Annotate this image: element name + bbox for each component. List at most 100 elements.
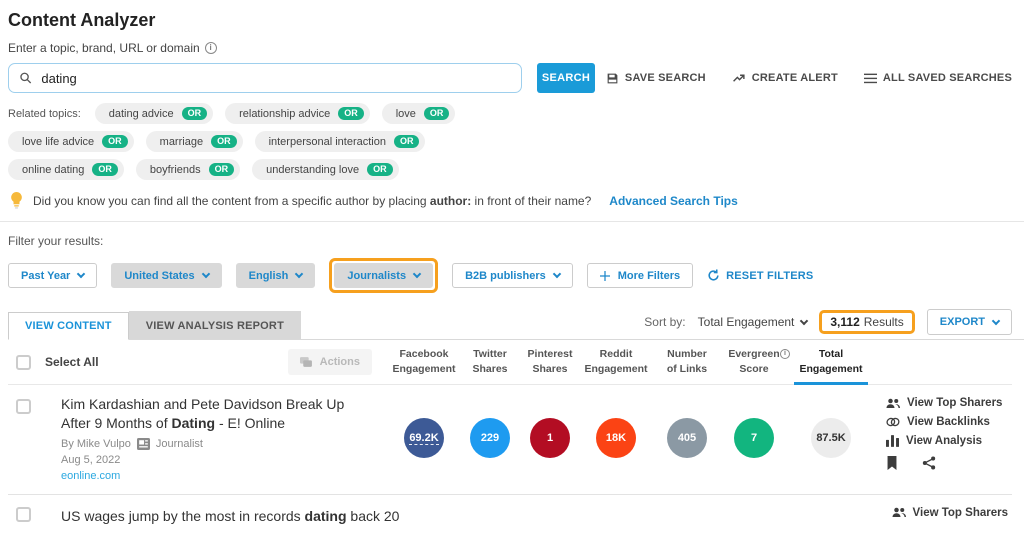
save-icon (606, 72, 619, 85)
view-top-sharers-link[interactable]: View Top Sharers (892, 507, 1008, 519)
column-line1: Twitter (473, 348, 507, 360)
actions-button[interactable]: Actions (288, 349, 372, 375)
sort-by-label: Sort by: (644, 315, 685, 329)
topic-chip[interactable]: relationship adviceOR (225, 103, 370, 124)
results-count: 3,112 (830, 315, 859, 329)
search-icon (19, 71, 32, 85)
metric-value: 229 (481, 432, 499, 444)
search-box[interactable] (8, 63, 522, 93)
search-hint-row: Enter a topic, brand, URL or domain (8, 41, 1012, 55)
or-badge: OR (338, 107, 364, 120)
tip-row: Did you know you can find all the conten… (10, 192, 1012, 209)
topic-chip-label: boyfriends (150, 164, 201, 176)
metric-number-of-links[interactable]: 405 (667, 418, 707, 458)
reset-filters-button[interactable]: RESET FILTERS (707, 269, 813, 282)
metric-total-engagement[interactable]: 87.5K (811, 418, 851, 458)
row-title-link[interactable]: US wages jump by the most in records dat… (61, 507, 399, 526)
column-twitter-shares[interactable]: Twitter Shares (458, 347, 522, 377)
chevron-down-icon (413, 270, 421, 278)
search-input[interactable] (41, 71, 511, 86)
tabs-row: VIEW CONTENT VIEW ANALYSIS REPORT Sort b… (8, 309, 1024, 340)
row-byline: By Mike Vulpo Journalist (61, 438, 361, 450)
metric-facebook-engagement[interactable]: 69.2K (404, 418, 444, 458)
topic-chip[interactable]: marriageOR (146, 131, 243, 152)
metric-twitter-shares[interactable]: 229 (470, 418, 510, 458)
or-badge: OR (209, 163, 235, 176)
metric-value: 405 (678, 432, 696, 444)
bookmark-icon[interactable] (886, 456, 898, 470)
row-actions-cell: View Top Sharers View Backlinks View Ana… (874, 395, 1012, 482)
view-analysis-link[interactable]: View Analysis (886, 435, 1012, 447)
save-search-button[interactable]: SAVE SEARCH (606, 72, 706, 85)
column-reddit-engagement[interactable]: RedditEngagement (578, 347, 654, 377)
create-alert-button[interactable]: CREATE ALERT (732, 72, 838, 85)
view-backlinks-link[interactable]: View Backlinks (886, 416, 1012, 428)
link-icon (886, 416, 900, 428)
select-all-checkbox[interactable] (16, 355, 31, 370)
or-badge: OR (182, 107, 208, 120)
topic-chip-label: online dating (22, 164, 84, 176)
column-pinterest-shares[interactable]: Pinterest Shares (522, 347, 578, 377)
metric-links-cell: 405 (654, 395, 720, 482)
metric-value: 1 (547, 432, 553, 444)
filter-results-label: Filter your results: (8, 234, 1012, 248)
topic-chip[interactable]: interpersonal interactionOR (255, 131, 426, 152)
filter-journalists[interactable]: Journalists (334, 263, 433, 288)
topic-chip[interactable]: loveOR (382, 103, 456, 124)
topic-chip[interactable]: boyfriends OR (136, 159, 240, 180)
lightbulb-icon (10, 192, 23, 209)
column-line2: Score (720, 362, 788, 377)
topic-chip[interactable]: understanding loveOR (252, 159, 398, 180)
column-evergreen-score[interactable]: EvergreenScore (720, 347, 788, 377)
filter-label: English (249, 270, 289, 282)
table-header-left: Select All Actions (8, 349, 390, 375)
refresh-icon (707, 269, 720, 282)
topic-chip-label: love life advice (22, 136, 94, 148)
filter-past-year[interactable]: Past Year (8, 263, 97, 288)
row-checkbox[interactable] (16, 507, 31, 522)
tip-bold: author: (430, 194, 471, 208)
topic-chip[interactable]: love life advice OR (8, 131, 134, 152)
row-link-label: View Backlinks (907, 416, 990, 428)
info-icon[interactable] (205, 42, 217, 54)
column-total-engagement[interactable]: TotalEngagement (788, 340, 874, 384)
metric-evergreen-score[interactable]: 7 (734, 418, 774, 458)
all-saved-searches-button[interactable]: ALL SAVED SEARCHES (864, 72, 1012, 84)
column-line2: Shares (522, 362, 578, 377)
or-badge: OR (102, 135, 128, 148)
row-checkbox[interactable] (16, 399, 31, 414)
filter-b2b-publishers[interactable]: B2B publishers (452, 263, 573, 288)
tab-view-content[interactable]: VIEW CONTENT (8, 312, 129, 340)
more-filters-button[interactable]: More Filters (587, 263, 693, 288)
column-number-of-links[interactable]: Numberof Links (654, 347, 720, 377)
view-top-sharers-link[interactable]: View Top Sharers (886, 397, 1012, 409)
row-author: By Mike Vulpo (61, 438, 131, 450)
or-badge: OR (394, 135, 420, 148)
topic-chip[interactable]: dating adviceOR (95, 103, 213, 124)
sort-area: Sort by: Total Engagement 3,112Results E… (644, 309, 1012, 339)
column-line2: Shares (458, 362, 522, 377)
filter-country[interactable]: United States (111, 263, 221, 288)
row-domain-link[interactable]: eonline.com (61, 470, 361, 482)
advanced-search-tips-link[interactable]: Advanced Search Tips (609, 194, 738, 208)
column-line1: Facebook (399, 348, 448, 360)
export-label: EXPORT (940, 316, 985, 328)
export-button[interactable]: EXPORT (927, 309, 1012, 335)
row-title-post: - E! Online (215, 415, 285, 431)
topic-chip[interactable]: online datingOR (8, 159, 124, 180)
column-line1: Pinterest (528, 348, 573, 360)
sort-by-dropdown[interactable]: Total Engagement (698, 315, 808, 329)
search-button[interactable]: SEARCH (537, 63, 595, 93)
column-facebook-engagement[interactable]: FacebookEngagement (390, 347, 458, 377)
metric-pinterest-shares[interactable]: 1 (530, 418, 570, 458)
or-badge: OR (211, 135, 237, 148)
column-line2: Engagement (788, 362, 874, 377)
row-author-badge: Journalist (156, 438, 203, 450)
share-icon[interactable] (922, 456, 936, 470)
metric-reddit-engagement[interactable]: 18K (596, 418, 636, 458)
layers-icon (300, 357, 313, 368)
tab-view-analysis-report[interactable]: VIEW ANALYSIS REPORT (129, 311, 301, 339)
filter-language[interactable]: English (236, 263, 316, 288)
chevron-down-icon (295, 270, 303, 278)
row-title-link[interactable]: Kim Kardashian and Pete Davidson Break U… (61, 395, 361, 433)
